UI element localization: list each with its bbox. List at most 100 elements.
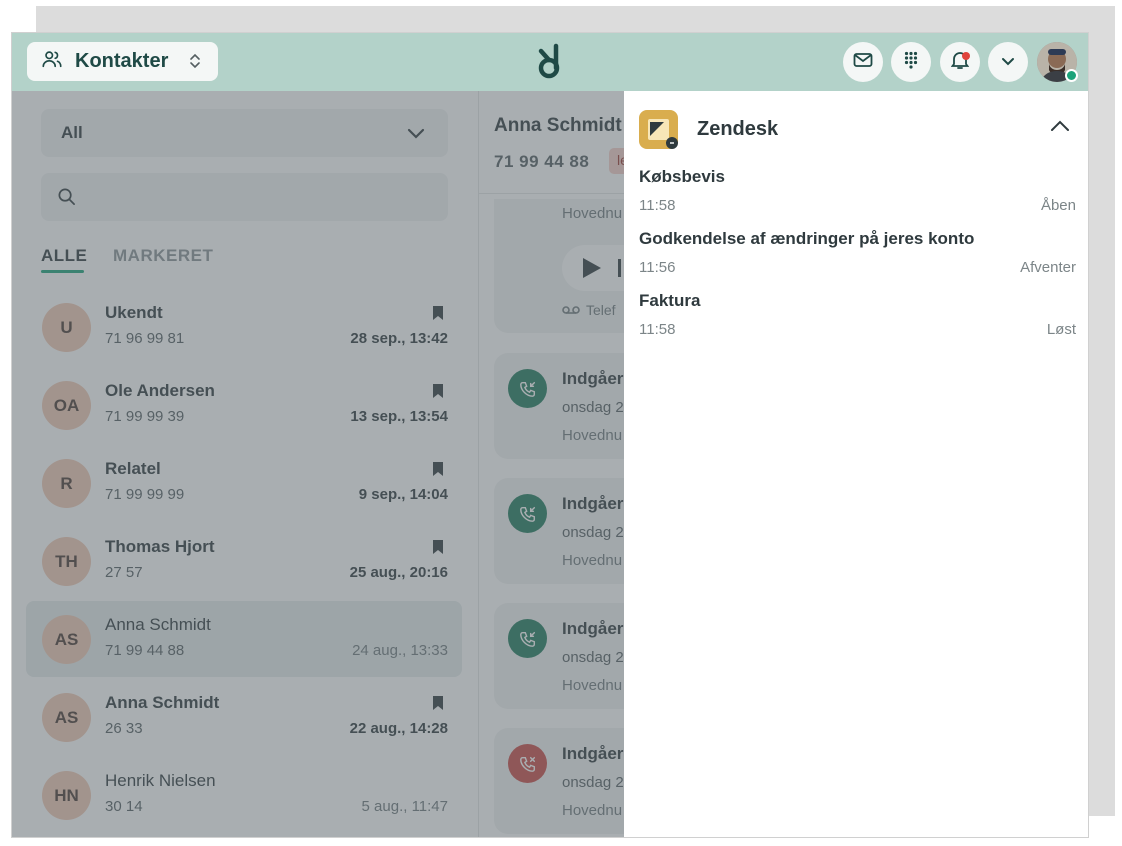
card-footer: Telef <box>562 302 616 318</box>
call-date: onsdag 2 <box>562 649 624 666</box>
contact-name: Anna Schmidt <box>105 693 220 712</box>
contact-name: Anna Schmidt <box>105 615 211 634</box>
zendesk-logo-icon <box>639 110 678 149</box>
search-field[interactable] <box>41 173 448 221</box>
chevron-updown-icon <box>188 52 202 75</box>
bookmark-icon[interactable] <box>432 695 444 716</box>
bookmark-icon[interactable] <box>432 461 444 482</box>
contact-date: 25 aug., 20:16 <box>349 564 448 581</box>
context-label: Kontakter <box>75 50 169 72</box>
contact-avatar: AS <box>42 615 91 664</box>
ticket-status: Afventer <box>1020 259 1076 276</box>
app-logo-icon <box>535 43 567 86</box>
contact-avatar: R <box>42 459 91 508</box>
card-line: Hovednu <box>562 205 623 222</box>
detail-contact-number: 71 99 44 88 <box>494 152 590 171</box>
ticket-status: Åben <box>1040 197 1076 214</box>
contacts-icon <box>41 48 63 75</box>
call-date: onsdag 2 <box>562 524 624 541</box>
contact-date: 9 sep., 14:04 <box>358 486 448 503</box>
contact-date: 13 sep., 13:54 <box>350 408 448 425</box>
contact-avatar: U <box>42 303 91 352</box>
contact-avatar: TH <box>42 537 91 586</box>
contact-name: Henrik Nielsen <box>105 771 216 790</box>
dialpad-icon <box>904 51 918 74</box>
contact-date: 28 sep., 13:42 <box>350 330 448 347</box>
call-title: Indgåer <box>562 369 624 388</box>
ticket-time: 11:56 <box>639 259 676 276</box>
contact-detail-panel: Anna Schmidt 71 99 44 88 le Hovednu Tele… <box>478 91 682 837</box>
ticket-status: Løst <box>1046 321 1076 338</box>
card-footer-text: Telef <box>586 302 616 318</box>
filter-select[interactable]: All <box>41 109 448 157</box>
contact-number: 71 99 44 88 <box>105 642 185 659</box>
top-bar: Kontakter <box>12 33 1088 91</box>
call-title: Indgåer <box>562 619 624 638</box>
incoming-call-icon <box>508 369 547 408</box>
contact-number: 30 14 <box>105 798 143 815</box>
chevron-down-icon <box>1001 53 1015 71</box>
contact-number: 71 99 99 39 <box>105 408 185 425</box>
tab-marked[interactable]: MARKERET <box>113 246 213 266</box>
context-switcher-button[interactable]: Kontakter <box>27 42 218 81</box>
ticket-title: Købsbevis <box>639 167 725 186</box>
notification-badge <box>962 52 970 60</box>
search-icon <box>57 187 76 211</box>
zendesk-title: Zendesk <box>697 118 779 140</box>
contact-number: 27 57 <box>105 564 143 581</box>
call-line: Hovednu <box>562 552 623 569</box>
contact-number: 26 33 <box>105 720 143 737</box>
mail-button[interactable] <box>843 42 883 82</box>
bookmark-icon[interactable] <box>432 383 444 404</box>
contact-date: 5 aug., 11:47 <box>361 798 448 815</box>
contact-row-selected[interactable]: AS Anna Schmidt 71 99 44 88 24 aug., 13:… <box>26 601 462 677</box>
call-title: Indgåer <box>562 494 624 513</box>
menu-dropdown-button[interactable] <box>988 42 1028 82</box>
play-icon[interactable] <box>582 257 602 284</box>
chevron-up-icon[interactable] <box>1050 119 1070 138</box>
contact-name: Ole Andersen <box>105 381 215 400</box>
voicemail-icon <box>562 302 580 318</box>
search-input[interactable] <box>89 183 429 211</box>
contact-row[interactable]: OA Ole Andersen 71 99 99 39 13 sep., 13:… <box>26 367 462 443</box>
ticket-title: Godkendelse af ændringer på jeres konto <box>639 229 975 248</box>
ticket-time: 11:58 <box>639 197 676 214</box>
progress-marker <box>618 259 621 277</box>
ticket-title: Faktura <box>639 291 701 310</box>
tab-all[interactable]: ALLE <box>41 246 87 273</box>
incoming-call-icon <box>508 619 547 658</box>
bookmark-icon[interactable] <box>432 539 444 560</box>
contact-avatar: AS <box>42 693 91 742</box>
call-line: Hovednu <box>562 802 623 819</box>
incoming-call-icon <box>508 494 547 533</box>
call-line: Hovednu <box>562 677 623 694</box>
dialpad-button[interactable] <box>891 42 931 82</box>
contact-row[interactable]: HN Henrik Nielsen 30 14 5 aug., 11:47 <box>26 757 462 833</box>
contact-row[interactable]: U Ukendt 71 96 99 81 28 sep., 13:42 <box>26 289 462 365</box>
app-window: Kontakter All ALLE MARKERET U Ukendt 71 … <box>11 32 1089 838</box>
contact-row[interactable]: TH Thomas Hjort 27 57 25 aug., 20:16 <box>26 523 462 599</box>
mail-icon <box>853 52 873 73</box>
zendesk-panel: Zendesk Købsbevis 11:58 Åben Godkendelse… <box>624 91 1088 837</box>
call-title: Indgåer <box>562 744 624 763</box>
call-line: Hovednu <box>562 427 623 444</box>
contact-name: Relatel <box>105 459 161 478</box>
contact-date: 22 aug., 14:28 <box>349 720 448 737</box>
contact-number: 71 96 99 81 <box>105 330 185 347</box>
contact-row[interactable]: AS Anna Schmidt 26 33 22 aug., 14:28 <box>26 679 462 755</box>
contact-avatar: OA <box>42 381 91 430</box>
ticket-time: 11:58 <box>639 321 676 338</box>
call-date: onsdag 2 <box>562 399 624 416</box>
contact-name: Thomas Hjort <box>105 537 215 556</box>
contact-row[interactable]: R Relatel 71 99 99 99 9 sep., 14:04 <box>26 445 462 521</box>
contact-number: 71 99 99 99 <box>105 486 185 503</box>
detail-contact-name: Anna Schmidt <box>494 115 622 136</box>
divider <box>479 193 639 194</box>
call-date: onsdag 2 <box>562 774 624 791</box>
online-status-indicator <box>1065 69 1078 82</box>
contacts-panel: All ALLE MARKERET U Ukendt 71 96 99 81 2… <box>12 91 476 837</box>
notifications-button[interactable] <box>940 42 980 82</box>
contact-name: Ukendt <box>105 303 163 322</box>
bookmark-icon[interactable] <box>432 305 444 326</box>
chevron-down-icon <box>406 123 426 148</box>
